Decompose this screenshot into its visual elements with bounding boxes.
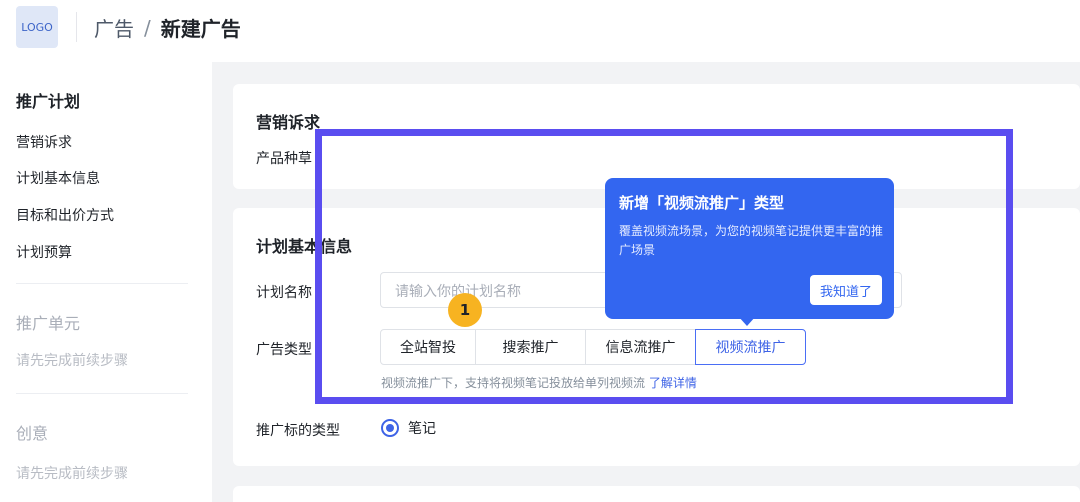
sidebar-divider [16, 393, 188, 394]
onboarding-tooltip: 新增「视频流推广」类型 覆盖视频流场景，为您的视频笔记提供更丰富的推广场景 我知… [605, 178, 894, 319]
sidebar-item-basic-info[interactable]: 计划基本信息 [16, 168, 100, 188]
plan-name-label: 计划名称 [256, 285, 312, 301]
marketing-title: 营销诉求 [256, 113, 321, 132]
next-card [233, 486, 1080, 502]
step-badge: 1 [448, 293, 482, 327]
header-divider [76, 12, 77, 42]
breadcrumb-ads[interactable]: 广告 [94, 13, 134, 42]
sidebar-section-unit: 推广单元 [16, 314, 81, 333]
sidebar-section-plan[interactable]: 推广计划 [16, 88, 80, 112]
tooltip-arrow [738, 316, 756, 326]
sidebar-item-budget[interactable]: 计划预算 [16, 242, 72, 262]
product-label: 产品种草 [256, 151, 312, 167]
sidebar-creative-hint: 请先完成前续步骤 [16, 466, 128, 482]
breadcrumb-separator: / [144, 15, 151, 40]
sidebar: 推广计划 营销诉求 计划基本信息 目标和出价方式 计划预算 推广单元 请先完成前… [0, 62, 212, 502]
sidebar-divider [16, 283, 188, 284]
sidebar-unit-hint: 请先完成前续步骤 [16, 353, 128, 369]
top-bar: LOGO 广告 / 新建广告 [0, 0, 1080, 62]
sidebar-item-marketing[interactable]: 营销诉求 [16, 132, 72, 152]
note-radio-label[interactable]: 笔记 [408, 418, 436, 438]
tooltip-body: 覆盖视频流场景，为您的视频笔记提供更丰富的推广场景 [619, 224, 884, 257]
ad-type-label: 广告类型 [256, 342, 312, 358]
note-radio[interactable] [381, 419, 399, 437]
logo[interactable]: LOGO [16, 6, 58, 48]
tooltip-title: 新增「视频流推广」类型 [619, 194, 785, 212]
sidebar-section-creative: 创意 [16, 424, 49, 443]
breadcrumb: 广告 / 新建广告 [94, 13, 241, 42]
target-type-label: 推广标的类型 [256, 423, 340, 439]
breadcrumb-new-ad: 新建广告 [160, 17, 241, 41]
got-it-button[interactable]: 我知道了 [810, 275, 882, 305]
sidebar-item-bidding[interactable]: 目标和出价方式 [16, 205, 114, 225]
